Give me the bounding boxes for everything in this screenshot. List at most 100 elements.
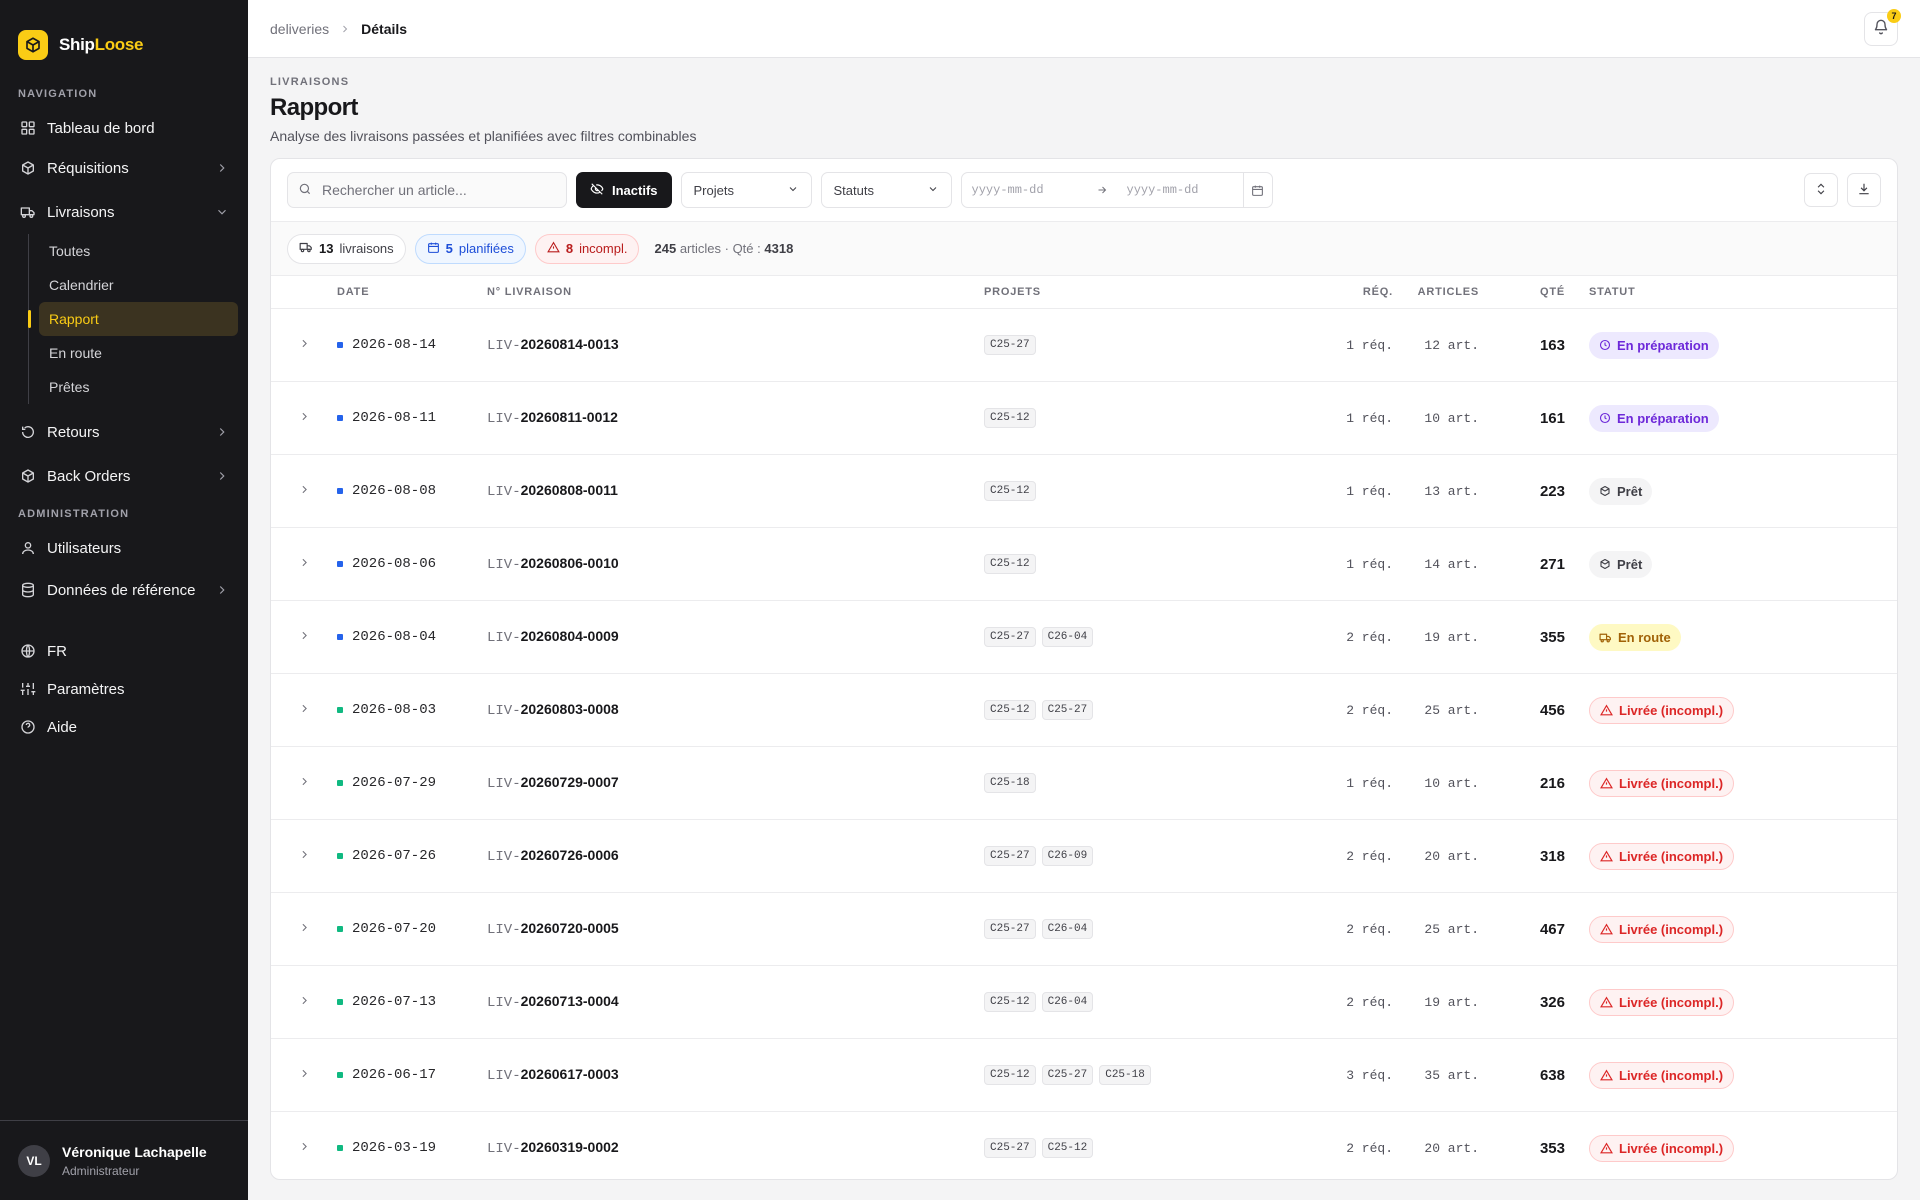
- status-select[interactable]: Statuts: [820, 172, 952, 208]
- sidebar-item-parametres[interactable]: Paramètres: [0, 670, 248, 708]
- delivery-date: 2026-08-06: [337, 556, 487, 572]
- subnav-item-rapport[interactable]: Rapport: [28, 302, 238, 336]
- delivery-number[interactable]: LIV-20260729-0007: [487, 774, 984, 792]
- alert-triangle-icon: [1600, 849, 1613, 863]
- table-row[interactable]: 2026-08-14 LIV-20260814-0013 C25-27 1 réq. 1…: [271, 309, 1897, 382]
- planned-count-chip[interactable]: 5 planifiées: [414, 233, 526, 264]
- alert-triangle-icon: [546, 241, 560, 257]
- table-row[interactable]: 2026-08-08 LIV-20260808-0011 C25-12 1 réq. 1…: [271, 455, 1897, 528]
- expand-row-button[interactable]: [271, 994, 337, 1010]
- delivery-date: 2026-08-11: [337, 410, 487, 426]
- expand-row-button[interactable]: [271, 1067, 337, 1083]
- col-qty[interactable]: QTÉ: [1479, 286, 1565, 298]
- table-row[interactable]: 2026-07-20 LIV-20260720-0005 C25-27 C26-04 2…: [271, 893, 1897, 966]
- req-count: 2 réq.: [1346, 629, 1393, 645]
- expand-row-button[interactable]: [271, 556, 337, 572]
- breadcrumb-parent[interactable]: deliveries: [270, 21, 329, 37]
- sidebar-item-reference-data[interactable]: Données de référence: [0, 570, 248, 610]
- expand-row-button[interactable]: [271, 702, 337, 718]
- notifications-button[interactable]: 7: [1864, 8, 1901, 46]
- brand[interactable]: ShipLoose: [0, 0, 248, 70]
- sidebar-item-requisitions[interactable]: Réquisitions: [0, 148, 248, 188]
- chevron-right-icon: [214, 424, 230, 440]
- calendar-icon[interactable]: [1242, 173, 1272, 207]
- req-count: 2 réq.: [1346, 994, 1393, 1010]
- expand-row-button[interactable]: [271, 1140, 337, 1156]
- deliveries-count-chip[interactable]: 13 livraisons: [287, 233, 406, 264]
- search-box[interactable]: [287, 172, 567, 208]
- table-row[interactable]: 2026-08-11 LIV-20260811-0012 C25-12 1 réq. 1…: [271, 382, 1897, 455]
- table-row[interactable]: 2026-07-13 LIV-20260713-0004 C25-12 C26-04 2…: [271, 966, 1897, 1039]
- delivery-number[interactable]: LIV-20260617-0003: [487, 1066, 984, 1084]
- sidebar-item-retours[interactable]: Retours: [0, 412, 248, 452]
- sidebar-item-aide[interactable]: Aide: [0, 708, 248, 746]
- col-articles[interactable]: ARTICLES: [1393, 286, 1479, 298]
- sidebar-item-livraisons[interactable]: Livraisons: [0, 192, 248, 232]
- subnav-item-pretes[interactable]: Prêtes: [29, 370, 238, 404]
- req-count: 2 réq.: [1346, 1140, 1393, 1156]
- table-row[interactable]: 2026-03-19 LIV-20260319-0002 C25-27 C25-12 2…: [271, 1112, 1897, 1179]
- expand-collapse-button[interactable]: [1804, 173, 1838, 207]
- status-cell: Livrée (incompl.): [1565, 988, 1897, 1016]
- col-req[interactable]: RÉQ.: [1304, 286, 1393, 298]
- expand-row-button[interactable]: [271, 848, 337, 864]
- delivery-number[interactable]: LIV-20260319-0002: [487, 1139, 984, 1157]
- sidebar-item-back-orders[interactable]: Back Orders: [0, 456, 248, 496]
- download-button[interactable]: [1847, 173, 1881, 207]
- sidebar-item-language[interactable]: FR: [0, 632, 248, 670]
- date-range-picker[interactable]: yyyy-mm-dd yyyy-mm-dd: [960, 172, 1273, 208]
- incomplete-count-chip[interactable]: 8 incompl.: [534, 233, 640, 264]
- project-tag: C26-04: [1041, 627, 1094, 647]
- package-icon: [1599, 485, 1611, 497]
- subnav-item-en-route[interactable]: En route: [29, 336, 238, 370]
- articles-count: 25 art.: [1424, 921, 1479, 937]
- user-name: Véronique Lachapelle: [62, 1143, 207, 1160]
- col-number[interactable]: N° LIVRAISON: [487, 286, 984, 298]
- subnav-item-toutes[interactable]: Toutes: [29, 234, 238, 268]
- col-date[interactable]: DATE: [337, 286, 487, 298]
- subnav-item-calendrier[interactable]: Calendrier: [29, 268, 238, 302]
- sidebar-item-dashboard[interactable]: Tableau de bord: [0, 108, 248, 148]
- delivery-number[interactable]: LIV-20260804-0009: [487, 628, 984, 646]
- project-tag: C25-27: [984, 627, 1036, 647]
- projects-select[interactable]: Projets: [680, 172, 812, 208]
- table-row[interactable]: 2026-08-06 LIV-20260806-0010 C25-12 1 réq. 1…: [271, 528, 1897, 601]
- delivery-number[interactable]: LIV-20260808-0011: [487, 482, 984, 500]
- delivery-number[interactable]: LIV-20260720-0005: [487, 920, 984, 938]
- status-dot: [337, 415, 343, 421]
- date-to-input[interactable]: yyyy-mm-dd: [1117, 183, 1243, 197]
- project-tag: C25-27: [984, 846, 1036, 866]
- expand-row-button[interactable]: [271, 629, 337, 645]
- table-row[interactable]: 2026-08-03 LIV-20260803-0008 C25-12 C25-27 2…: [271, 674, 1897, 747]
- delivery-number[interactable]: LIV-20260726-0006: [487, 847, 984, 865]
- delivery-number[interactable]: LIV-20260811-0012: [487, 409, 984, 427]
- user-profile[interactable]: VL Véronique Lachapelle Administrateur: [0, 1120, 248, 1200]
- delivery-number[interactable]: LIV-20260806-0010: [487, 555, 984, 573]
- date-from-input[interactable]: yyyy-mm-dd: [962, 183, 1088, 197]
- project-tag: C25-27: [984, 1138, 1036, 1158]
- inactive-toggle-button[interactable]: Inactifs: [576, 172, 672, 208]
- chevron-right-icon: [298, 337, 311, 353]
- delivery-number[interactable]: LIV-20260814-0013: [487, 336, 984, 354]
- table-row[interactable]: 2026-08-04 LIV-20260804-0009 C25-27 C26-04 2…: [271, 601, 1897, 674]
- delivery-number[interactable]: LIV-20260803-0008: [487, 701, 984, 719]
- expand-row-button[interactable]: [271, 483, 337, 499]
- col-status[interactable]: STATUT: [1565, 286, 1897, 298]
- table-row[interactable]: 2026-07-26 LIV-20260726-0006 C25-27 C26-09 2…: [271, 820, 1897, 893]
- page-eyebrow: LIVRAISONS: [270, 76, 350, 88]
- table-row[interactable]: 2026-07-29 LIV-20260729-0007 C25-18 1 réq. 1…: [271, 747, 1897, 820]
- sidebar-item-utilisateurs[interactable]: Utilisateurs: [0, 528, 248, 568]
- col-projects[interactable]: PROJETS: [984, 286, 1304, 298]
- status-dot: [337, 561, 343, 567]
- expand-row-button[interactable]: [271, 775, 337, 791]
- avatar: VL: [18, 1144, 50, 1177]
- project-tag: C26-04: [1041, 992, 1094, 1012]
- delivery-number[interactable]: LIV-20260713-0004: [487, 993, 984, 1011]
- expand-row-button[interactable]: [271, 337, 337, 353]
- search-input[interactable]: [322, 182, 556, 198]
- delivery-date: 2026-08-14: [337, 337, 487, 353]
- chevron-down-icon: [214, 204, 230, 220]
- expand-row-button[interactable]: [271, 410, 337, 426]
- table-row[interactable]: 2026-06-17 LIV-20260617-0003 C25-12 C25-27 C…: [271, 1039, 1897, 1112]
- expand-row-button[interactable]: [271, 921, 337, 937]
